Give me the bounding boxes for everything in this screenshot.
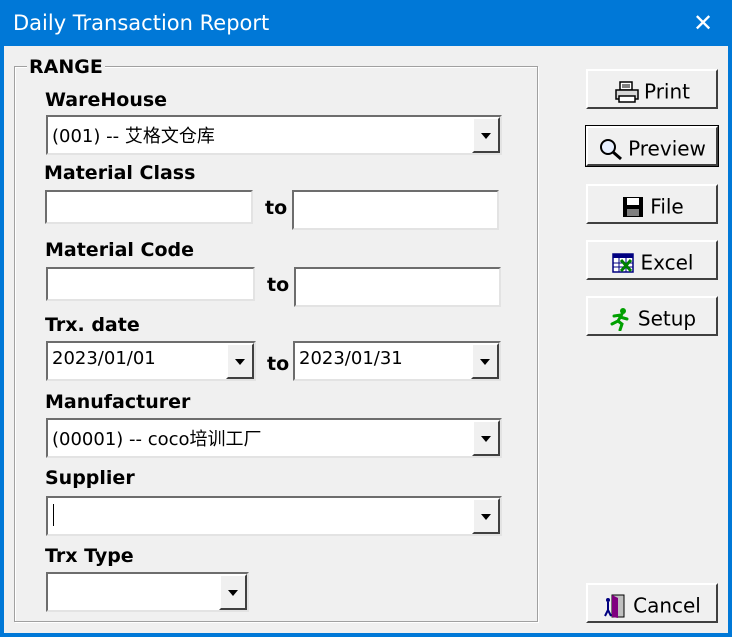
setup-button-label: Setup <box>637 306 697 331</box>
supplier-select[interactable] <box>46 496 502 536</box>
close-icon[interactable]: ✕ <box>688 9 718 39</box>
magnifier-icon <box>600 138 623 160</box>
range-group-label: RANGE <box>27 56 105 78</box>
trx-date-to-picker[interactable]: 2023/01/31 <box>293 341 501 381</box>
material-class-from-input[interactable] <box>45 190 253 224</box>
warehouse-dropdown-button[interactable] <box>472 117 500 153</box>
material-class-to-input[interactable] <box>292 190 499 230</box>
window-frame-bottom <box>0 633 732 637</box>
supplier-label: Supplier <box>45 467 135 489</box>
chevron-down-icon <box>480 359 490 365</box>
trx-type-dropdown-button[interactable] <box>219 574 247 610</box>
manufacturer-dropdown-button[interactable] <box>472 420 500 456</box>
material-code-from-input[interactable] <box>46 267 255 301</box>
preview-button-label: Preview <box>628 136 706 161</box>
trx-date-from-dropdown-button[interactable] <box>226 343 254 379</box>
trx-date-from-value: 2023/01/01 <box>52 348 156 369</box>
trx-type-select[interactable] <box>46 572 249 612</box>
setup-button[interactable]: Setup <box>586 296 718 336</box>
material-code-label: Material Code <box>45 239 195 261</box>
manufacturer-select[interactable]: (00001) -- coco培训工厂 <box>46 418 502 458</box>
cancel-button[interactable]: Cancel <box>586 583 718 623</box>
printer-icon <box>615 80 639 103</box>
running-man-icon <box>610 307 629 331</box>
material-code-to-input[interactable] <box>294 267 501 307</box>
report-dialog: Daily Transaction Report ✕ RANGE WareHou… <box>0 0 732 637</box>
excel-button[interactable]: Excel <box>586 240 718 280</box>
preview-button[interactable]: Preview <box>585 125 719 167</box>
manufacturer-label: Manufacturer <box>45 391 191 413</box>
supplier-dropdown-button[interactable] <box>472 498 500 534</box>
material-class-label: Material Class <box>44 162 196 184</box>
trx-date-to-value: 2023/01/31 <box>299 348 403 369</box>
material-code-to-label: to <box>267 274 290 296</box>
excel-icon <box>611 252 634 273</box>
chevron-down-icon <box>481 436 491 442</box>
file-button-label: File <box>650 194 684 219</box>
door-exit-icon <box>604 594 625 618</box>
manufacturer-value: (00001) -- coco培训工厂 <box>52 429 262 450</box>
trx-date-label: Trx. date <box>45 314 140 336</box>
file-button[interactable]: File <box>586 184 718 224</box>
warehouse-select[interactable]: (001) -- 艾格文仓库 <box>46 115 502 155</box>
chevron-down-icon <box>481 133 491 139</box>
chevron-down-icon <box>228 590 238 596</box>
material-class-to-label: to <box>265 197 288 219</box>
print-button-label: Print <box>643 79 690 104</box>
warehouse-label: WareHouse <box>45 89 168 111</box>
excel-button-label: Excel <box>640 250 694 275</box>
chevron-down-icon <box>481 514 491 520</box>
trx-type-label: Trx Type <box>45 545 134 567</box>
floppy-disk-icon <box>623 196 644 217</box>
chevron-down-icon <box>235 359 245 365</box>
text-caret <box>53 504 54 526</box>
warehouse-value: (001) -- 艾格文仓库 <box>52 126 215 147</box>
window-frame-left <box>0 46 4 637</box>
title-bar: Daily Transaction Report ✕ <box>0 0 732 46</box>
trx-date-to-dropdown-button[interactable] <box>471 343 499 379</box>
trx-date-to-label: to <box>267 353 290 375</box>
trx-date-from-picker[interactable]: 2023/01/01 <box>46 341 256 381</box>
print-button[interactable]: Print <box>586 69 718 109</box>
window-title: Daily Transaction Report <box>13 11 270 35</box>
window-frame-right <box>728 46 732 637</box>
cancel-button-label: Cancel <box>633 593 701 618</box>
